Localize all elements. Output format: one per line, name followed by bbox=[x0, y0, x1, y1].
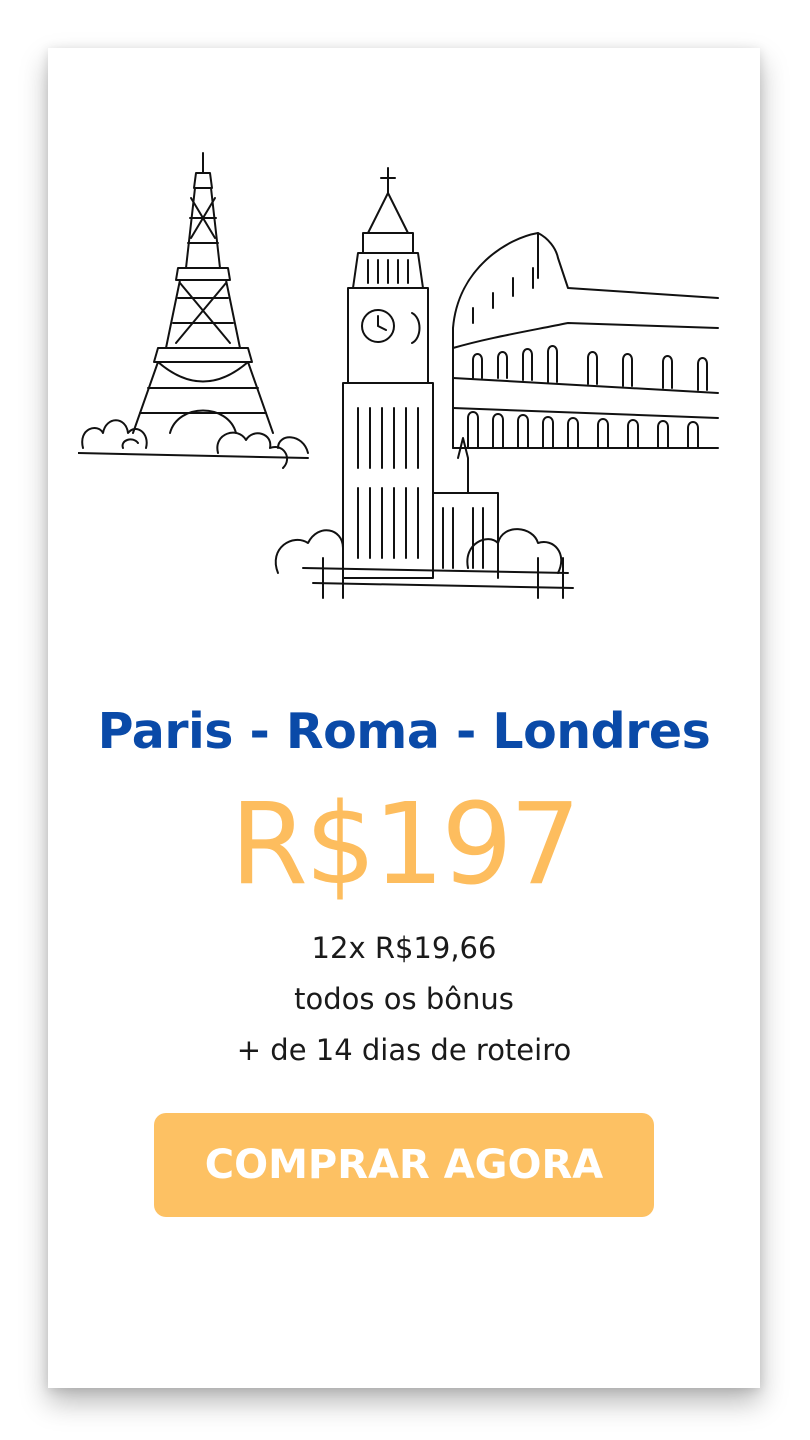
itinerary-text: + de 14 dias de roteiro bbox=[236, 1033, 572, 1067]
installments-text: 12x R$19,66 bbox=[311, 931, 497, 965]
bushes-left-drawing bbox=[78, 419, 309, 469]
big-ben-drawing bbox=[342, 167, 499, 579]
colosseum-drawing bbox=[452, 232, 719, 449]
bushes-right-drawing bbox=[274, 528, 574, 599]
route-title: Paris - Roma - Londres bbox=[97, 703, 711, 760]
landmarks-illustration bbox=[78, 148, 738, 608]
offer-details: 12x R$19,66 todos os bônus + de 14 dias … bbox=[48, 923, 760, 1076]
offer-card: Paris - Roma - Londres R$197 12x R$19,66… bbox=[48, 48, 760, 1388]
buy-now-button[interactable]: COMPRAR AGORA bbox=[154, 1113, 654, 1217]
bonus-text: todos os bônus bbox=[294, 982, 514, 1016]
price-value: R$197 bbox=[230, 780, 581, 910]
eiffel-tower-drawing bbox=[132, 152, 274, 434]
